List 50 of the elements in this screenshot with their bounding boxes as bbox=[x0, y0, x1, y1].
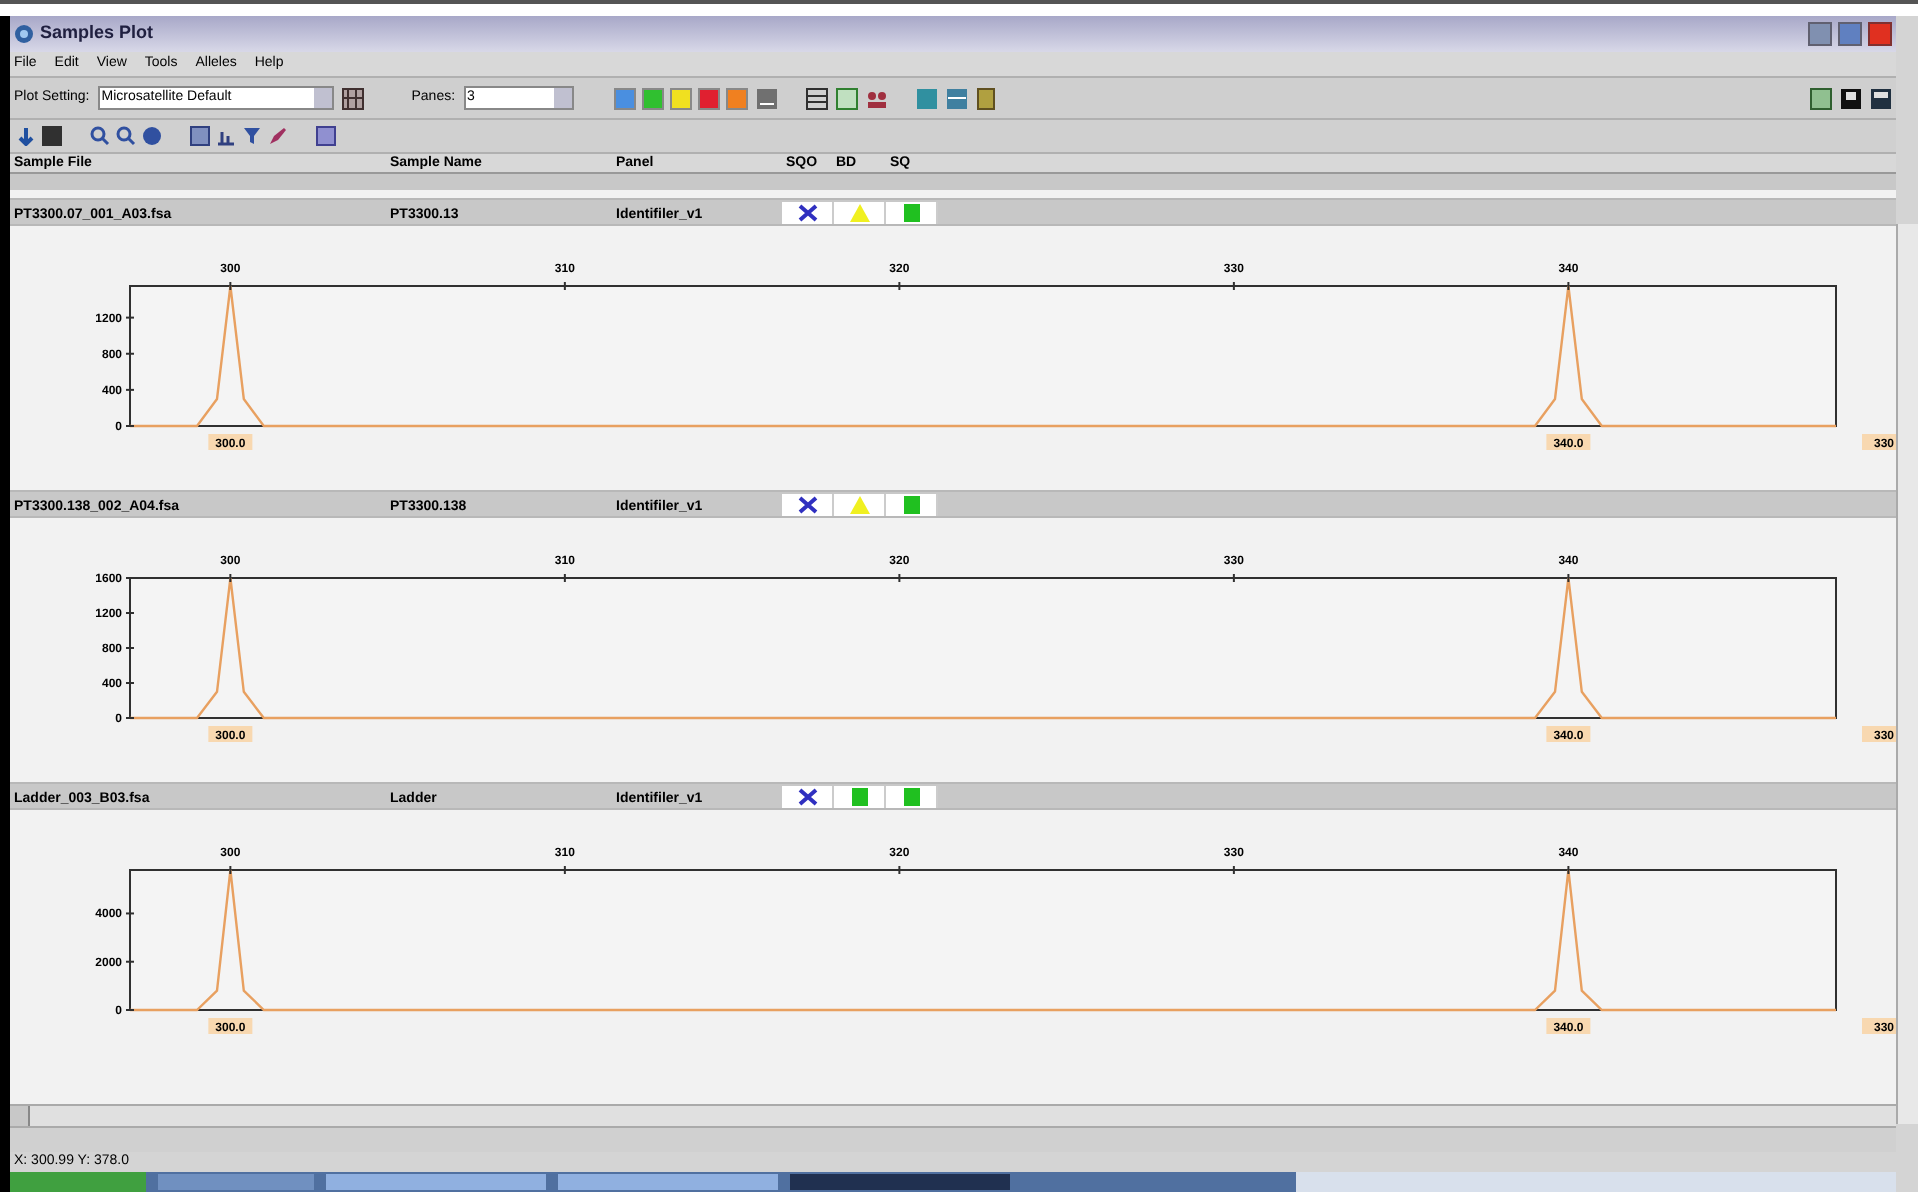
tick-mark bbox=[125, 717, 135, 719]
tick-mark bbox=[1567, 573, 1570, 583]
zoom-icon[interactable] bbox=[90, 126, 110, 146]
tick-mark bbox=[125, 682, 135, 684]
chart-icon[interactable] bbox=[755, 87, 778, 109]
tick-mark bbox=[125, 316, 135, 319]
tick-mark bbox=[229, 573, 232, 583]
pane-icon[interactable] bbox=[1870, 87, 1892, 109]
tick-mark bbox=[1567, 865, 1570, 875]
close-button[interactable] bbox=[1868, 22, 1892, 46]
vertical-scrollbar[interactable] bbox=[1896, 224, 1918, 1124]
zoom-icon[interactable] bbox=[116, 126, 136, 146]
tick-mark bbox=[125, 960, 135, 963]
tick-mark bbox=[125, 425, 135, 427]
arrow-icon[interactable] bbox=[16, 126, 36, 146]
tick-mark bbox=[125, 912, 135, 915]
window-title: Samples Plot bbox=[40, 20, 154, 47]
tick-mark bbox=[1567, 281, 1570, 291]
dye-button[interactable] bbox=[669, 87, 692, 109]
filter-icon[interactable] bbox=[242, 126, 262, 146]
tick-mark bbox=[1232, 281, 1235, 291]
tick-mark bbox=[1232, 865, 1235, 875]
tick-mark bbox=[563, 865, 566, 875]
dye-button[interactable] bbox=[725, 87, 748, 109]
tick-mark bbox=[125, 352, 135, 355]
minimize-button[interactable] bbox=[1808, 22, 1832, 46]
tick-mark bbox=[898, 573, 901, 583]
book-icon[interactable] bbox=[975, 87, 998, 109]
pane-icon[interactable] bbox=[1840, 87, 1862, 109]
tick-mark bbox=[898, 281, 901, 291]
grid-icon[interactable] bbox=[341, 87, 364, 109]
tick-mark bbox=[125, 388, 135, 391]
dye-button[interactable] bbox=[697, 87, 720, 109]
tick-mark bbox=[229, 865, 232, 875]
pencil-icon[interactable] bbox=[268, 126, 288, 146]
chart-icon[interactable] bbox=[216, 126, 236, 146]
dye-button[interactable] bbox=[613, 87, 636, 109]
people-icon[interactable] bbox=[865, 87, 888, 109]
tick-mark bbox=[563, 573, 566, 583]
app-icon bbox=[14, 24, 34, 44]
tick-mark bbox=[229, 281, 232, 291]
tick-mark bbox=[898, 865, 901, 875]
tick-mark bbox=[125, 612, 135, 614]
horizontal-scrollbar[interactable] bbox=[10, 1104, 1896, 1128]
start-button[interactable] bbox=[10, 1172, 146, 1192]
tick-mark bbox=[1232, 573, 1235, 583]
tick-mark bbox=[125, 647, 135, 649]
tick-mark bbox=[125, 1009, 135, 1011]
dye-button[interactable] bbox=[641, 87, 664, 109]
tick-mark bbox=[563, 281, 566, 291]
